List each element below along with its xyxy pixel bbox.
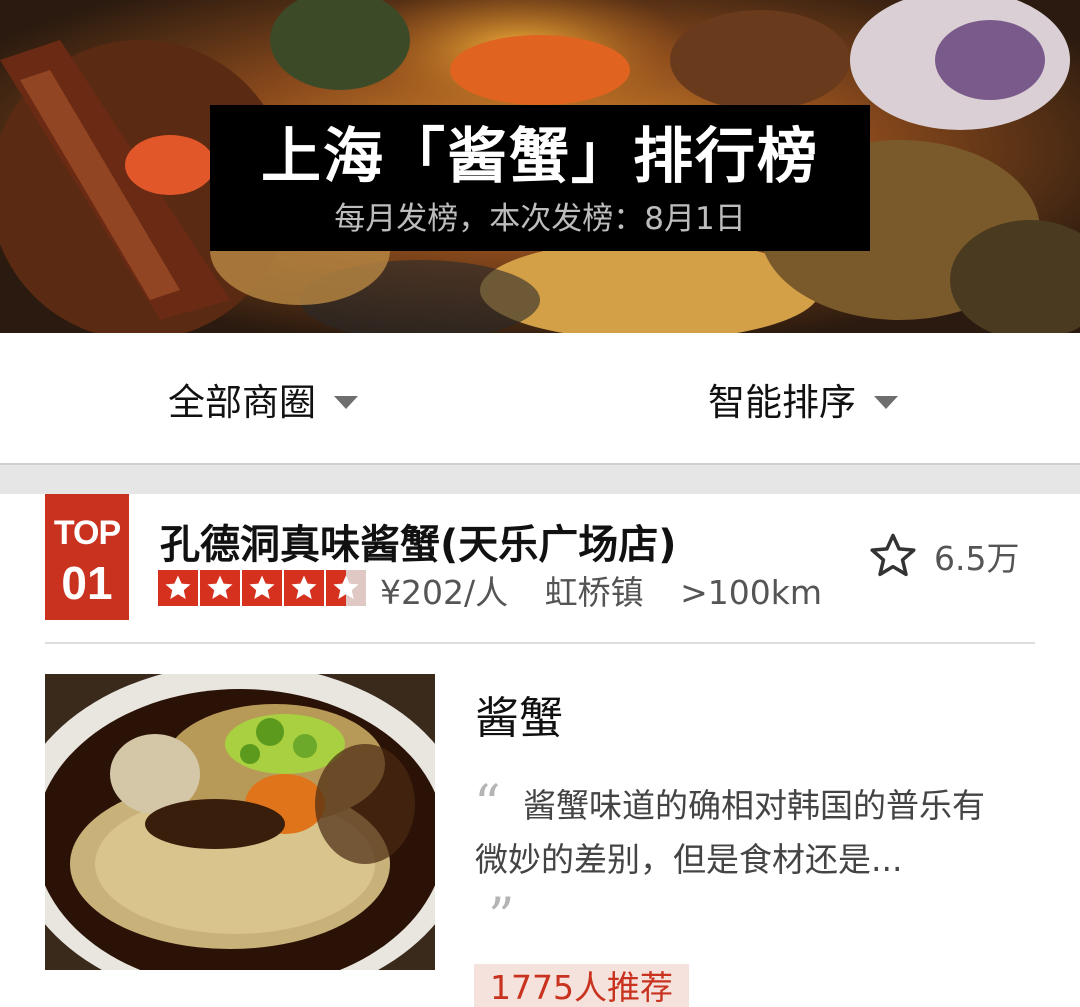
star-icon xyxy=(200,570,240,606)
price-per-person: ¥202/人 xyxy=(380,573,509,612)
hero-banner: 上海「酱蟹」排行榜 每月发榜，本次发榜：8月1日 xyxy=(0,0,1080,333)
half-star-icon xyxy=(326,570,366,606)
section-divider xyxy=(0,465,1080,494)
banner-subtitle: 每月发榜，本次发榜：8月1日 xyxy=(334,201,746,237)
star-icon xyxy=(284,570,324,606)
dish-review: 酱蟹味道的确相对韩国的普乐有微妙的差别，但是食材还是... xyxy=(475,786,985,879)
area-filter-label: 全部商圈 xyxy=(168,381,316,424)
quote-close-icon: ” xyxy=(488,888,515,948)
star-icon xyxy=(242,570,282,606)
recommend-count-badge: 1775人推荐 xyxy=(474,964,689,1007)
star-icon xyxy=(158,570,198,606)
district: 虹桥镇 xyxy=(544,573,644,612)
sort-filter-label: 智能排序 xyxy=(708,381,856,424)
shop-meta: ¥202/人 虹桥镇 >100km xyxy=(380,566,848,614)
banner-title: 上海「酱蟹」排行榜 xyxy=(261,122,819,192)
card-divider xyxy=(45,642,1035,644)
banner-title-box: 上海「酱蟹」排行榜 每月发榜，本次发榜：8月1日 xyxy=(210,105,870,251)
caret-down-icon xyxy=(334,395,358,409)
rank-prefix: TOP xyxy=(53,514,121,552)
distance: >100km xyxy=(680,573,823,612)
shop-card[interactable]: TOP 01 孔德洞真味酱蟹(天乐广场店) ¥202/人 虹桥镇 >100km … xyxy=(0,494,1080,1007)
favorite-button[interactable]: 6.5万 xyxy=(866,530,1019,582)
star-rating xyxy=(158,570,366,606)
caret-down-icon xyxy=(874,395,898,409)
filter-bar: 全部商圈 智能排序 xyxy=(0,333,1080,465)
dish-name: 酱蟹 xyxy=(475,693,563,744)
dish-photo[interactable] xyxy=(45,674,435,970)
sort-filter-dropdown[interactable]: 智能排序 xyxy=(708,371,898,427)
shop-name[interactable]: 孔德洞真味酱蟹(天乐广场店) xyxy=(160,512,677,570)
area-filter-dropdown[interactable]: 全部商圈 xyxy=(168,371,358,427)
crab-dish-image xyxy=(45,674,435,970)
star-outline-icon xyxy=(870,533,916,577)
ranking-page: 上海「酱蟹」排行榜 每月发榜，本次发榜：8月1日 全部商圈 智能排序 TOP 0… xyxy=(0,0,1080,1007)
rank-number: 01 xyxy=(61,557,113,609)
rank-badge: TOP 01 xyxy=(45,494,129,620)
favorite-count: 6.5万 xyxy=(934,539,1020,578)
